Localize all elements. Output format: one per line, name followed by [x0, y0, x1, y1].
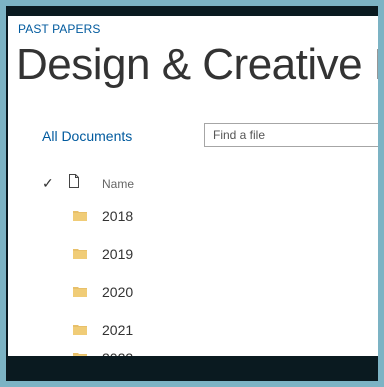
view-selector-all-documents[interactable]: All Documents	[42, 128, 132, 144]
folder-icon	[73, 325, 87, 335]
search-input[interactable]	[205, 124, 378, 146]
folder-name-link[interactable]: 2022	[102, 350, 133, 356]
folder-name-link[interactable]: 2021	[102, 322, 133, 338]
document-library: PAST PAPERS Design & Creative Media All …	[8, 16, 378, 356]
search-box[interactable]	[204, 123, 378, 147]
list-item[interactable]: 2019	[8, 240, 378, 270]
list-item[interactable]: 2018	[8, 202, 378, 232]
folder-icon	[73, 249, 87, 259]
document-icon[interactable]	[69, 174, 79, 188]
list-item[interactable]: 2021	[8, 316, 378, 346]
page-title: Design & Creative Media	[16, 40, 378, 89]
folder-name-link[interactable]: 2019	[102, 246, 133, 262]
folder-icon	[73, 211, 87, 221]
checkmark-icon[interactable]: ✓	[42, 175, 54, 192]
folder-icon	[73, 287, 87, 297]
list-header-row: ✓ Name	[8, 172, 378, 196]
folder-name-link[interactable]: 2018	[102, 208, 133, 224]
folder-icon	[73, 353, 87, 356]
column-header-name[interactable]: Name	[102, 177, 134, 191]
site-name-link[interactable]: PAST PAPERS	[18, 22, 100, 36]
list-item[interactable]: 2020	[8, 278, 378, 308]
list-item[interactable]: 2022	[8, 344, 378, 356]
folder-name-link[interactable]: 2020	[102, 284, 133, 300]
